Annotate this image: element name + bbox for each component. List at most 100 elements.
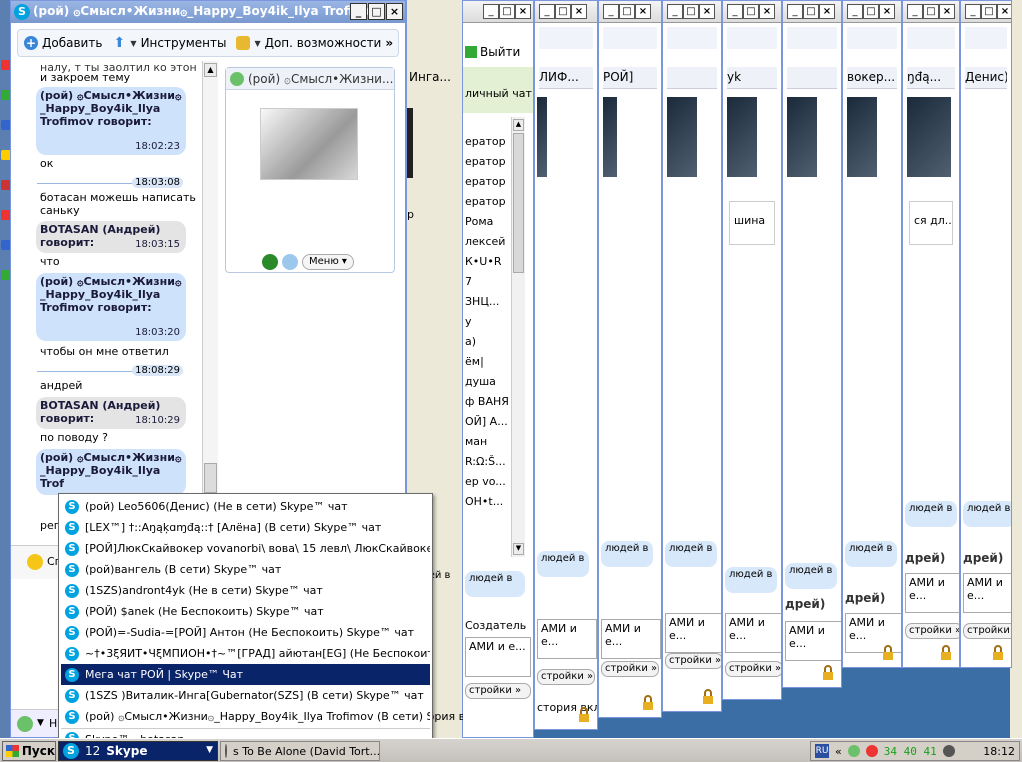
window-titlebar[interactable]: _ □ × <box>463 1 533 23</box>
close-button[interactable]: × <box>635 4 651 19</box>
group-menu-item[interactable]: S (рой)вангель (В сети) Skype™ чат <box>61 559 430 580</box>
clock[interactable]: 18:12 <box>983 745 1015 758</box>
scroll-thumb[interactable] <box>513 133 524 273</box>
settings-button[interactable]: стройки » <box>905 623 959 639</box>
scroll-up-button[interactable]: ▲ <box>513 119 524 131</box>
maximize-button[interactable]: □ <box>743 4 759 19</box>
participant-item[interactable]: лексей <box>463 235 511 255</box>
exit-button[interactable]: Выйти <box>465 45 520 59</box>
group-menu-item[interactable]: S ~†•3ξЯИТ•ЧξМПИОН•†~™[ГРАД] айютан[EG] (… <box>61 643 430 664</box>
window-titlebar[interactable]: _ □ × <box>535 1 597 23</box>
group-menu-item[interactable]: S (1SZS )Виталик-Инга[Gubernator(SZS] (В … <box>61 685 430 706</box>
taskbar-skype-group[interactable]: S 12 Skype ▼ <box>58 741 218 761</box>
settings-button[interactable]: стройки » <box>537 669 595 685</box>
participant-item[interactable]: ОН•t... <box>463 495 511 515</box>
maximize-button[interactable]: □ <box>923 4 939 19</box>
maximize-button[interactable]: □ <box>619 4 635 19</box>
chat-window-bg[interactable]: _ □ × РОЙ] людей в АМИ и е... стройки » <box>598 0 662 718</box>
settings-button[interactable]: стройки » <box>725 661 781 677</box>
group-menu-item[interactable]: S (рой) Leo5606(Денис) (Не в сети) Skype™… <box>61 496 430 517</box>
maximize-button[interactable]: □ <box>981 4 997 19</box>
participant-item[interactable]: ер vo... <box>463 475 511 495</box>
close-button[interactable]: × <box>939 4 955 19</box>
participant-item[interactable]: ман <box>463 435 511 455</box>
minimize-button[interactable]: _ <box>727 4 743 19</box>
window-titlebar[interactable]: _ □ × <box>723 1 781 23</box>
scroll-down-button[interactable]: ▼ <box>513 543 524 555</box>
minimize-button[interactable]: _ <box>350 3 367 20</box>
maximize-button[interactable]: □ <box>368 3 385 20</box>
participant-item[interactable]: а) <box>463 335 511 355</box>
chat-scrollbar[interactable]: ▲ <box>202 61 218 495</box>
group-menu-item[interactable]: S [РОЙ]ЛюкСкайвокер vovanorbi\ вова\ 15 л… <box>61 538 430 559</box>
contact-menu-button[interactable]: Меню ▾ <box>302 254 354 270</box>
participant-item[interactable]: ератор <box>463 155 511 175</box>
minimize-button[interactable]: _ <box>603 4 619 19</box>
window-titlebar[interactable]: _ □ × <box>599 1 661 23</box>
add-button[interactable]: + Добавить <box>24 36 102 50</box>
window-titlebar[interactable]: _ □ × <box>663 1 721 23</box>
chat-button[interactable] <box>282 254 298 270</box>
settings-button[interactable]: стройки » <box>665 653 721 669</box>
participant-scrollbar[interactable]: ▲ ▼ <box>511 117 525 557</box>
scroll-up-button[interactable]: ▲ <box>204 63 217 77</box>
maximize-button[interactable]: □ <box>803 4 819 19</box>
participant-item[interactable]: К•U•R <box>463 255 511 275</box>
chat-history[interactable]: налу, т ты заолтил ко этон и закроем тем… <box>11 59 201 495</box>
close-button[interactable]: × <box>819 4 835 19</box>
minimize-button[interactable]: _ <box>539 4 555 19</box>
close-button[interactable]: × <box>571 4 587 19</box>
tools-button[interactable]: ⬆ ▼ Инструменты <box>112 36 227 50</box>
start-button[interactable]: Пуск <box>2 741 56 761</box>
participant-item[interactable]: ём| <box>463 355 511 375</box>
minimize-button[interactable]: _ <box>787 4 803 19</box>
tray-expand-button[interactable]: « <box>835 745 842 758</box>
network-icon[interactable] <box>865 745 878 757</box>
window-titlebar[interactable]: _ □ × <box>843 1 901 23</box>
group-menu-item[interactable]: S (рой) ۞Смысл•Жизни۞_Happy_Boy4ik_Ilya T… <box>61 706 430 727</box>
chat-window-bg[interactable]: _ □ × людей в АМИ и е... стройки » <box>662 0 722 712</box>
minimize-button[interactable]: _ <box>483 4 499 19</box>
emoticon-icon[interactable] <box>27 554 43 570</box>
chat-window-bg[interactable]: _ □ × людей в дрей) АМИ и е... <box>782 0 842 688</box>
maximize-button[interactable]: □ <box>555 4 571 19</box>
close-button[interactable]: × <box>515 4 531 19</box>
minimize-button[interactable]: _ <box>847 4 863 19</box>
group-menu-item[interactable]: S (1SZS)andront4yk (Не в сети) Skype™ чат <box>61 580 430 601</box>
participant-item[interactable]: R:Ω:Š... <box>463 455 511 475</box>
chat-window-bg[interactable]: _ □ × ŋđą... ся дл... людей в дрей) АМИ … <box>902 0 960 668</box>
chat-window-bg[interactable]: _ □ × Выйти личный чат ератор ератор ерато… <box>462 0 534 738</box>
participant-item[interactable]: ератор <box>463 195 511 215</box>
minimize-button[interactable]: _ <box>907 4 923 19</box>
participant-item[interactable]: у <box>463 315 511 335</box>
settings-button[interactable]: стройки » <box>601 661 659 677</box>
status-icon[interactable] <box>17 716 33 732</box>
close-button[interactable]: × <box>759 4 775 19</box>
group-menu-item[interactable]: S Мега чат РОЙ | Skype™ Чат <box>61 664 430 685</box>
more-button[interactable]: » <box>385 36 393 50</box>
chat-window-bg[interactable]: _ □ × Денис) людей в дрей) АМИ и е... ст… <box>960 0 1012 668</box>
close-button[interactable]: × <box>699 4 715 19</box>
participant-item[interactable]: ератор <box>463 135 511 155</box>
close-button[interactable]: × <box>386 3 403 20</box>
extras-button[interactable]: ▼ Доп. возможности <box>236 36 381 50</box>
window-titlebar[interactable]: _ □ × <box>961 1 1011 23</box>
maximize-button[interactable]: □ <box>499 4 515 19</box>
scroll-thumb[interactable] <box>204 463 217 493</box>
participant-item[interactable]: ф ВАНЯ <box>463 395 511 415</box>
minimize-button[interactable]: _ <box>667 4 683 19</box>
group-menu-item[interactable]: S (РОЙ) $anek (Не Беспокоить) Skype™ чат <box>61 601 430 622</box>
chat-window-bg[interactable]: _ □ × yk шина людей в АМИ и е... стройки… <box>722 0 782 700</box>
group-menu-item[interactable]: S [LEX™] †::Aŋąķɑɱđą::† [Алёна] (В сети) … <box>61 517 430 538</box>
chevron-down-icon[interactable]: ▼ <box>37 718 44 728</box>
window-titlebar[interactable]: _ □ × <box>903 1 959 23</box>
group-menu-item[interactable]: S (РОЙ)=-Sudia-=[РОЙ] Антон (Не Беспокоит… <box>61 622 430 643</box>
chat-window-bg[interactable]: _ □ × вокер... людей в дрей) АМИ и е... <box>842 0 902 668</box>
taskbar-music-player[interactable]: s To Be Alone (David Tort... <box>220 741 380 761</box>
participant-item[interactable]: душа <box>463 375 511 395</box>
maximize-button[interactable]: □ <box>683 4 699 19</box>
chat-window-bg[interactable]: _ □ × ЛИФ... людей в АМИ и е... стройки … <box>534 0 598 730</box>
maximize-button[interactable]: □ <box>863 4 879 19</box>
window-titlebar[interactable]: S (рой) ۞Смысл•Жизни۞_Happy_Boy4ik_Ilya … <box>11 1 405 23</box>
call-button[interactable] <box>262 254 278 270</box>
